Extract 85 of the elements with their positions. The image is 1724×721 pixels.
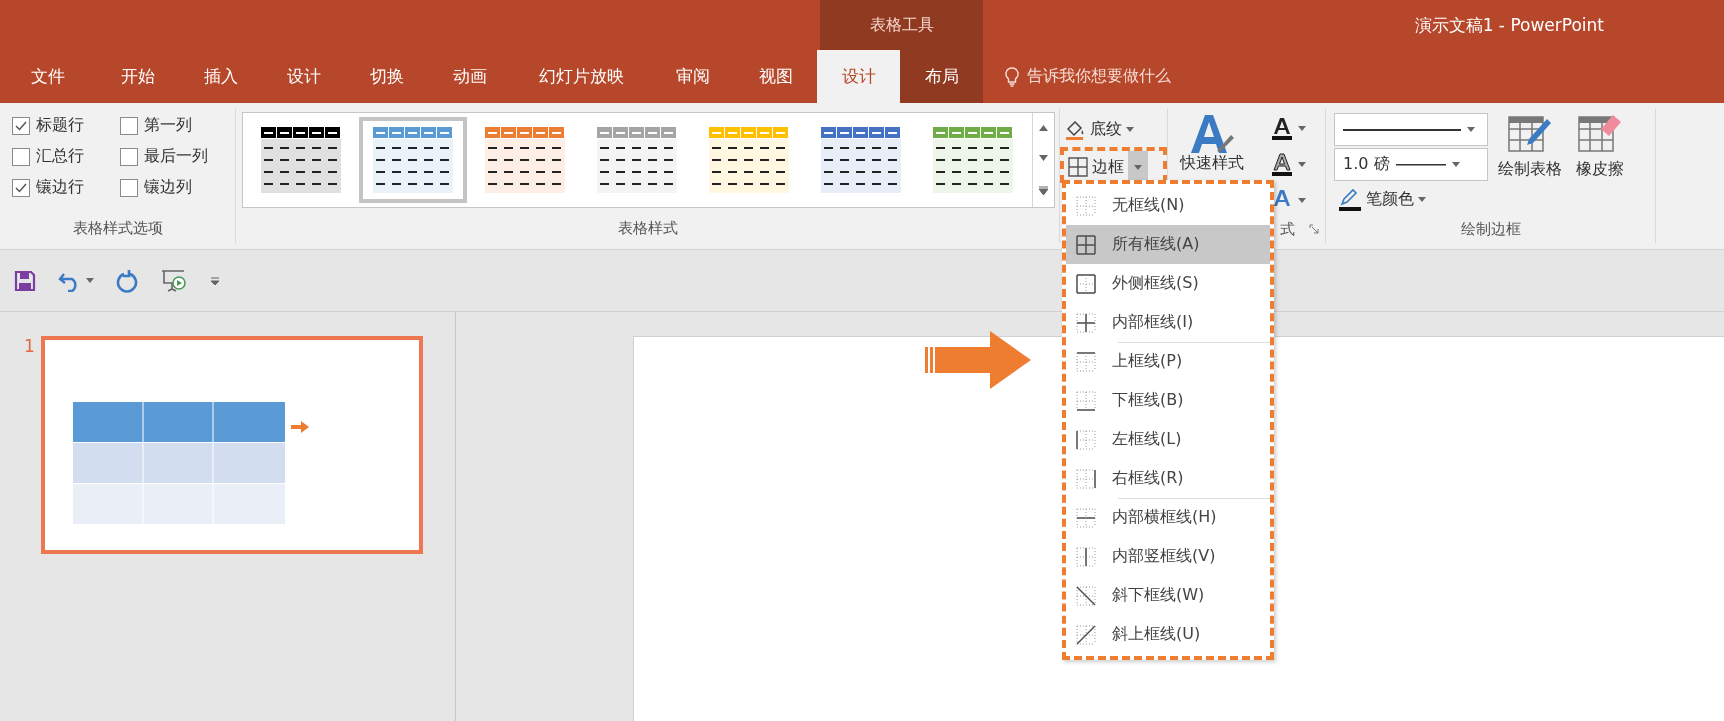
- checkbox[interactable]: [12, 147, 30, 166]
- arrow-icon: [925, 331, 1031, 389]
- ribbon-tab[interactable]: 文件: [0, 50, 96, 103]
- dialog-launcher-icon[interactable]: [1309, 224, 1319, 234]
- checkbox-label: 标题行: [36, 115, 84, 136]
- table-style-swatch[interactable]: [359, 117, 467, 203]
- more-icon[interactable]: [1039, 185, 1048, 195]
- menu-item[interactable]: 斜上框线(U): [1066, 615, 1270, 654]
- shading-button[interactable]: 底纹: [1060, 113, 1167, 145]
- border-icon: [1076, 312, 1096, 333]
- line-style-dropdown[interactable]: [1334, 113, 1488, 146]
- ribbon-tab[interactable]: 切换: [345, 50, 428, 103]
- border-icon: [1076, 507, 1096, 528]
- caret-icon: [86, 278, 94, 283]
- grid-icon: [1068, 157, 1088, 177]
- caret-icon: [1298, 125, 1306, 131]
- menu-item[interactable]: 内部框线(I): [1066, 303, 1270, 342]
- menu-item[interactable]: 内部竖框线(V): [1066, 537, 1270, 576]
- border-icon: [1076, 273, 1096, 294]
- pen-color-button[interactable]: 笔颜色: [1334, 183, 1488, 215]
- paint-bucket-icon: [1064, 118, 1086, 140]
- group-label: 表格样式选项: [71, 217, 164, 239]
- border-icon: [1076, 546, 1096, 567]
- ribbon-tab[interactable]: 幻灯片放映: [511, 50, 651, 103]
- menu-item[interactable]: 左框线(L): [1066, 420, 1270, 459]
- checkbox[interactable]: [12, 178, 30, 197]
- ribbon-tab[interactable]: 插入: [179, 50, 262, 103]
- checkbox[interactable]: [12, 116, 30, 135]
- border-icon: [1076, 234, 1096, 255]
- checkbox[interactable]: [120, 116, 138, 135]
- context-tab-label: 表格工具: [820, 0, 983, 50]
- eraser-button[interactable]: 橡皮擦: [1572, 109, 1628, 215]
- caret-icon: [1126, 126, 1134, 132]
- menu-item[interactable]: 外侧框线(S): [1066, 264, 1270, 303]
- menu-item[interactable]: 下框线(B): [1066, 381, 1270, 420]
- group-label: 式: [1280, 219, 1295, 239]
- border-icon: [1076, 390, 1096, 411]
- checkbox-label: 最后一列: [144, 146, 208, 167]
- checkbox-label: 汇总行: [36, 146, 84, 167]
- caret-icon: [1451, 162, 1460, 167]
- ribbon-tab[interactable]: 布局: [900, 50, 983, 103]
- caret-icon: [1418, 196, 1426, 202]
- draw-table-button[interactable]: 绘制表格: [1494, 109, 1566, 215]
- scroll-up-icon[interactable]: [1039, 125, 1048, 132]
- slideshow-icon[interactable]: [160, 268, 188, 293]
- caret-icon: [1298, 161, 1306, 167]
- border-icon: [1076, 624, 1096, 645]
- redo-icon[interactable]: [116, 268, 138, 293]
- checkbox-label: 镶边行: [36, 177, 84, 198]
- tell-me-search[interactable]: 告诉我你想要做什么: [1027, 66, 1171, 87]
- ribbon-tab[interactable]: 设计: [262, 50, 345, 103]
- group-label: 表格样式: [616, 217, 679, 239]
- border-icon: [1076, 195, 1096, 216]
- border-icon: [1076, 429, 1096, 450]
- letter-icon: [1270, 152, 1294, 176]
- menu-item[interactable]: 右框线(R): [1066, 459, 1270, 498]
- letter-icon: [1270, 116, 1294, 140]
- checkbox-label: 第一列: [144, 115, 192, 136]
- scroll-down-icon[interactable]: [1039, 155, 1048, 162]
- group-label: 绘制边框: [1459, 218, 1522, 240]
- border-icon: [1076, 351, 1096, 372]
- checkbox-label: 镶边列: [144, 177, 192, 198]
- slide-thumbnail[interactable]: [40, 336, 423, 554]
- ribbon-tab[interactable]: 动画: [428, 50, 511, 103]
- ribbon-tab[interactable]: 设计: [817, 50, 900, 103]
- lightbulb-icon: [1005, 66, 1019, 87]
- window-title: 演示文稿1 - PowerPoint: [1414, 13, 1604, 37]
- caret-icon: [1298, 197, 1306, 203]
- menu-item[interactable]: 斜下框线(W): [1066, 576, 1270, 615]
- ribbon-tab[interactable]: 开始: [96, 50, 179, 103]
- caret-icon: [1467, 127, 1475, 132]
- checkbox[interactable]: [120, 178, 138, 197]
- border-icon: [1076, 585, 1096, 606]
- border-icon: [1076, 468, 1096, 489]
- menu-item[interactable]: 无框线(N): [1066, 186, 1270, 225]
- pen-icon: [1338, 187, 1362, 211]
- save-icon[interactable]: [14, 269, 36, 292]
- menu-item[interactable]: 所有框线(A): [1066, 225, 1270, 264]
- customize-icon[interactable]: [210, 276, 220, 285]
- ribbon-tab[interactable]: 视图: [734, 50, 817, 103]
- ribbon-tab[interactable]: 审阅: [651, 50, 734, 103]
- checkbox[interactable]: [120, 147, 138, 166]
- caret-icon: [1134, 164, 1142, 170]
- slide-number: 1: [24, 336, 35, 358]
- line-weight-dropdown[interactable]: 1.0 磅: [1334, 148, 1488, 181]
